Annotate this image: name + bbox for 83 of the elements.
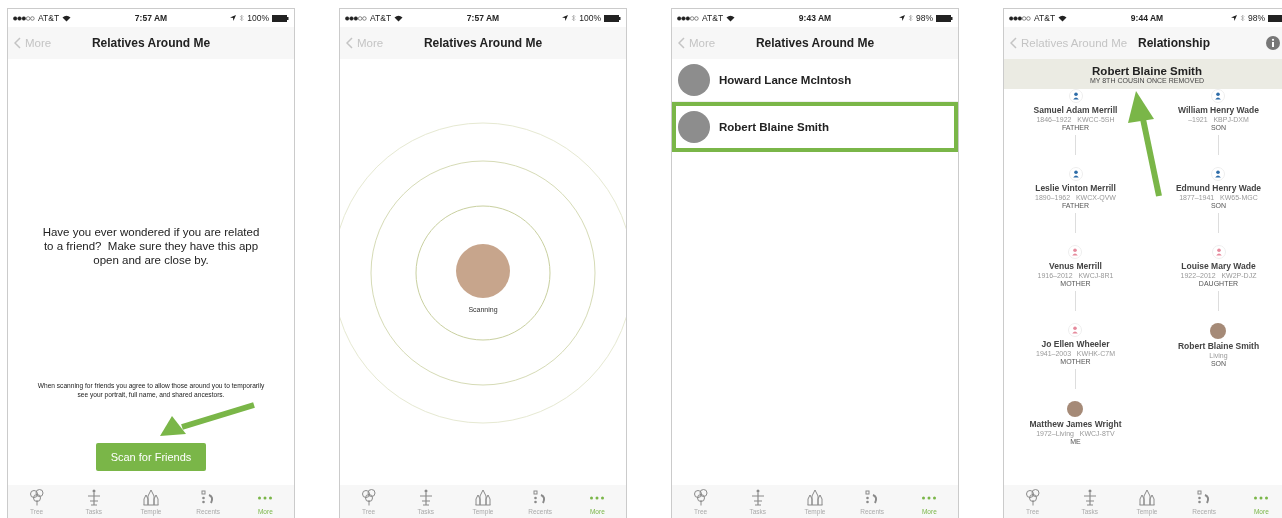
figure-icon	[85, 489, 102, 506]
battery-percent: 100%	[579, 13, 601, 23]
signal-icon	[13, 15, 35, 21]
battery-icon	[1268, 14, 1282, 22]
carrier-label: AT&T	[702, 13, 724, 23]
battery-percent: 98%	[916, 13, 933, 23]
location-icon	[1231, 15, 1237, 21]
person-icon	[1211, 245, 1226, 259]
battery-icon	[604, 14, 621, 22]
chevron-left-icon	[678, 37, 685, 49]
wifi-icon	[1058, 14, 1068, 22]
chevron-left-icon	[346, 37, 353, 49]
chevron-left-icon	[14, 37, 21, 49]
battery-icon	[272, 14, 289, 22]
location-icon	[230, 15, 237, 21]
more-icon	[1253, 496, 1270, 500]
person-name[interactable]: Robert Blaine Smith	[1177, 341, 1260, 351]
person-icon	[1068, 245, 1083, 259]
avatar-placeholder	[678, 111, 710, 143]
screen-title: Relatives Around Me	[755, 36, 875, 50]
person-icon	[1068, 323, 1083, 337]
screen-title: Relatives Around Me	[91, 36, 211, 50]
tree-icon	[28, 489, 45, 506]
screen-title: Relatives Around Me	[423, 36, 543, 50]
status-time: 9:43 AM	[798, 13, 832, 23]
more-icon	[921, 496, 938, 500]
person-name[interactable]: Edmund Henry Wade	[1175, 183, 1262, 193]
person-name[interactable]: Venus Merrill	[1049, 261, 1102, 271]
person-name: Robert Blaine Smith	[719, 121, 829, 133]
status-time: 7:57 AM	[134, 13, 168, 23]
person-name[interactable]: Matthew James Wright	[1029, 419, 1122, 429]
location-icon	[562, 15, 569, 21]
temple-icon	[806, 489, 823, 506]
bluetooth-icon	[571, 14, 577, 22]
chevron-left-icon	[1010, 37, 1017, 49]
more-icon	[257, 496, 274, 500]
person-name[interactable]: Samuel Adam Merrill	[1033, 105, 1118, 115]
carrier-label: AT&T	[38, 13, 60, 23]
status-time: 7:57 AM	[466, 13, 500, 23]
location-icon	[899, 15, 905, 21]
intro-message: Have you ever wondered if you are related to a friend? Make sure they have this app open and are close by.	[41, 225, 261, 267]
carrier-label: AT&T	[370, 13, 392, 23]
battery-percent: 100%	[247, 13, 269, 23]
person-icon	[1211, 167, 1226, 181]
more-icon	[589, 496, 606, 500]
avatar-placeholder	[678, 64, 710, 96]
wifi-icon	[394, 14, 404, 22]
avatar-placeholder	[456, 244, 510, 298]
tree-icon	[1024, 489, 1041, 506]
temple-icon	[1138, 489, 1155, 506]
battery-icon	[936, 14, 953, 22]
bluetooth-icon	[1240, 14, 1245, 22]
bluetooth-icon	[239, 14, 245, 22]
screen-title: Relationship	[1138, 36, 1210, 50]
bluetooth-icon	[908, 14, 913, 22]
person-name[interactable]: William Henry Wade	[1178, 105, 1259, 115]
person-name[interactable]: Louise Mary Wade	[1181, 261, 1256, 271]
person-row[interactable]: Howard Lance McIntosh	[672, 59, 958, 102]
person-icon	[1068, 167, 1083, 181]
signal-icon	[677, 15, 699, 21]
figure-icon	[417, 489, 434, 506]
person-name: Howard Lance McIntosh	[719, 74, 852, 86]
battery-percent: 98%	[1248, 13, 1265, 23]
wifi-icon	[62, 14, 72, 22]
wifi-icon	[726, 14, 736, 22]
signal-icon	[345, 15, 367, 21]
temple-icon	[474, 489, 491, 506]
person-row[interactable]: Robert Blaine Smith	[672, 102, 958, 152]
figure-icon	[1081, 489, 1098, 506]
avatar-placeholder	[1067, 401, 1084, 417]
figure-icon	[749, 489, 766, 506]
person-name: Robert Blaine Smith	[1092, 64, 1202, 77]
info-icon[interactable]	[1266, 36, 1280, 50]
tree-icon	[692, 489, 709, 506]
avatar-placeholder	[1210, 323, 1227, 339]
carrier-label: AT&T	[1034, 13, 1056, 23]
person-name[interactable]: Leslie Vinton Merrill	[1035, 183, 1116, 193]
tree-icon	[360, 489, 377, 506]
scan-button[interactable]: Scan for Friends	[96, 443, 206, 471]
status-time: 9:44 AM	[1130, 13, 1164, 23]
temple-icon	[142, 489, 159, 506]
person-name[interactable]: Jo Ellen Wheeler	[1041, 339, 1110, 349]
signal-icon	[1009, 15, 1031, 21]
